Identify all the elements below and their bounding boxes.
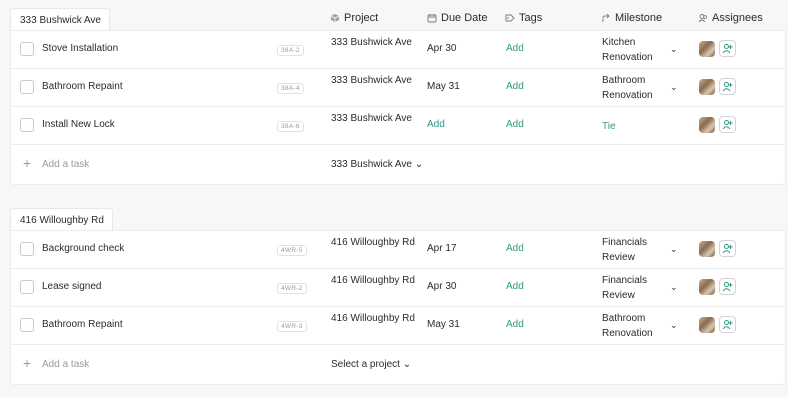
task-project[interactable]: 416 Willoughby Rd [331, 311, 416, 326]
task-id-badge: 4WR-3 [277, 321, 307, 332]
table-row[interactable]: Background check 4WR-5 416 Willoughby Rd… [11, 231, 785, 269]
task-project[interactable]: 333 Bushwick Ave [331, 111, 416, 126]
add-person-icon [722, 320, 733, 330]
add-task-row: + Add a task 333 Bushwick Ave ⌄ [11, 145, 785, 184]
task-due-date-add[interactable]: Add [427, 119, 445, 130]
task-due-date[interactable]: Apr 30 [427, 281, 456, 292]
add-assignee-button[interactable] [719, 278, 736, 295]
task-name[interactable]: Background check [42, 243, 124, 254]
chevron-down-icon[interactable]: ⌄ [670, 82, 678, 93]
add-task-button[interactable]: Add a task [42, 159, 89, 170]
task-checkbox[interactable] [20, 42, 34, 56]
add-person-icon [722, 282, 733, 292]
chevron-down-icon[interactable]: ⌄ [670, 244, 678, 255]
avatar[interactable] [699, 41, 715, 57]
group-title[interactable]: 416 Willoughby Rd [10, 208, 113, 232]
task-group: 333 Bushwick Ave Stove Installation 38A-… [10, 8, 786, 185]
add-assignee-button[interactable] [719, 40, 736, 57]
task-name[interactable]: Install New Lock [42, 119, 115, 130]
table-row[interactable]: Lease signed 4WR-2 416 Willoughby Rd Apr… [11, 269, 785, 307]
avatar[interactable] [699, 117, 715, 133]
task-id-badge: 38A-4 [277, 83, 304, 94]
add-person-icon [722, 120, 733, 130]
add-assignee-button[interactable] [719, 116, 736, 133]
add-assignee-button[interactable] [719, 240, 736, 257]
chevron-down-icon[interactable]: ⌄ [670, 320, 678, 331]
task-tags-add[interactable]: Add [506, 243, 524, 254]
task-id-badge: 38A-6 [277, 121, 304, 132]
task-due-date[interactable]: Apr 17 [427, 243, 456, 254]
plus-icon[interactable]: + [23, 156, 31, 170]
table-row[interactable]: Bathroom Repaint 38A-4 333 Bushwick Ave … [11, 69, 785, 107]
task-project[interactable]: 416 Willoughby Rd [331, 235, 416, 250]
task-id-badge: 4WR-2 [277, 283, 307, 294]
add-person-icon [722, 44, 733, 54]
add-assignee-button[interactable] [719, 316, 736, 333]
task-due-date[interactable]: May 31 [427, 81, 460, 92]
task-name[interactable]: Stove Installation [42, 43, 118, 54]
task-name[interactable]: Lease signed [42, 281, 102, 292]
avatar[interactable] [699, 241, 715, 257]
task-tags-add[interactable]: Add [506, 81, 524, 92]
task-tags-add[interactable]: Add [506, 43, 524, 54]
table-row[interactable]: Stove Installation 38A-2 333 Bushwick Av… [11, 31, 785, 69]
task-checkbox[interactable] [20, 242, 34, 256]
task-group: 416 Willoughby Rd Background check 4WR-5… [10, 208, 786, 386]
table-row[interactable]: Bathroom Repaint 4WR-3 416 Willoughby Rd… [11, 307, 785, 345]
chevron-down-icon: ⌄ [414, 159, 424, 170]
avatar[interactable] [699, 317, 715, 333]
add-assignee-button[interactable] [719, 78, 736, 95]
task-id-badge: 4WR-5 [277, 245, 307, 256]
task-project[interactable]: 416 Willoughby Rd [331, 273, 416, 288]
task-name[interactable]: Bathroom Repaint [42, 81, 123, 92]
table-row[interactable]: Install New Lock 38A-6 333 Bushwick Ave … [11, 107, 785, 145]
avatar[interactable] [699, 279, 715, 295]
task-name[interactable]: Bathroom Repaint [42, 319, 123, 330]
plus-icon[interactable]: + [23, 356, 31, 370]
chevron-down-icon[interactable]: ⌄ [670, 282, 678, 293]
chevron-down-icon[interactable]: ⌄ [670, 44, 678, 55]
group-title[interactable]: 333 Bushwick Ave [10, 8, 110, 32]
avatar[interactable] [699, 79, 715, 95]
task-tags-add[interactable]: Add [506, 119, 524, 130]
task-due-date[interactable]: Apr 30 [427, 43, 456, 54]
task-list: Stove Installation 38A-2 333 Bushwick Av… [10, 30, 786, 185]
task-tags-add[interactable]: Add [506, 319, 524, 330]
task-checkbox[interactable] [20, 118, 34, 132]
task-project[interactable]: 333 Bushwick Ave [331, 73, 416, 88]
task-milestone-tie[interactable]: Tie [602, 119, 682, 134]
project-select[interactable]: 333 Bushwick Ave ⌄ [331, 159, 423, 170]
task-checkbox[interactable] [20, 318, 34, 332]
task-checkbox[interactable] [20, 80, 34, 94]
add-task-row: + Add a task Select a project ⌄ [11, 345, 785, 384]
project-select[interactable]: Select a project ⌄ [331, 359, 411, 370]
task-id-badge: 38A-2 [277, 45, 304, 56]
add-task-button[interactable]: Add a task [42, 359, 89, 370]
task-due-date[interactable]: May 31 [427, 319, 460, 330]
add-person-icon [722, 244, 733, 254]
task-checkbox[interactable] [20, 280, 34, 294]
add-person-icon [722, 82, 733, 92]
task-list: Background check 4WR-5 416 Willoughby Rd… [10, 230, 786, 385]
task-tags-add[interactable]: Add [506, 281, 524, 292]
task-project[interactable]: 333 Bushwick Ave [331, 35, 416, 50]
chevron-down-icon: ⌄ [402, 359, 412, 370]
